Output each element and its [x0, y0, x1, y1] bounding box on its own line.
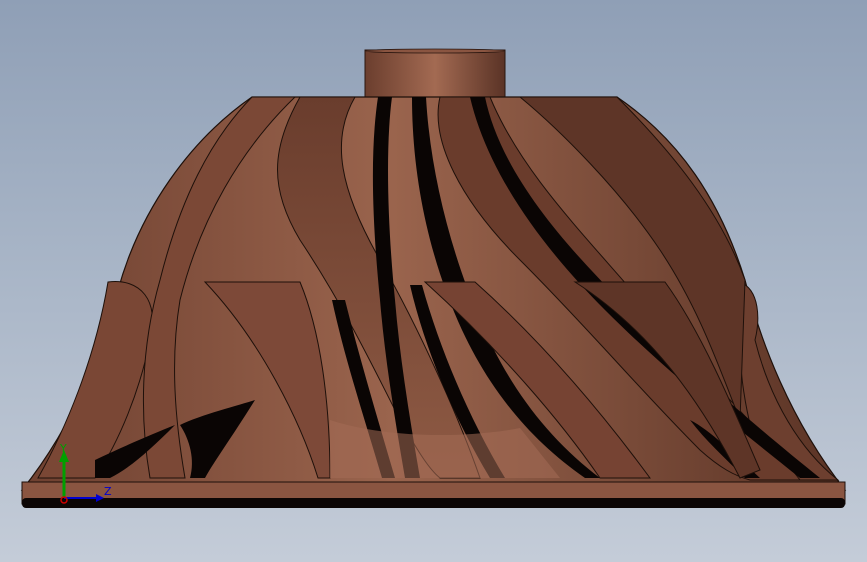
- coordinate-triad: Y Z: [59, 442, 112, 504]
- y-axis-label: Y: [59, 442, 67, 455]
- base-plate: [21, 481, 846, 508]
- impeller-model[interactable]: [0, 0, 867, 562]
- z-axis-label: Z: [104, 485, 112, 498]
- graphics-viewport[interactable]: Y Z: [0, 0, 867, 562]
